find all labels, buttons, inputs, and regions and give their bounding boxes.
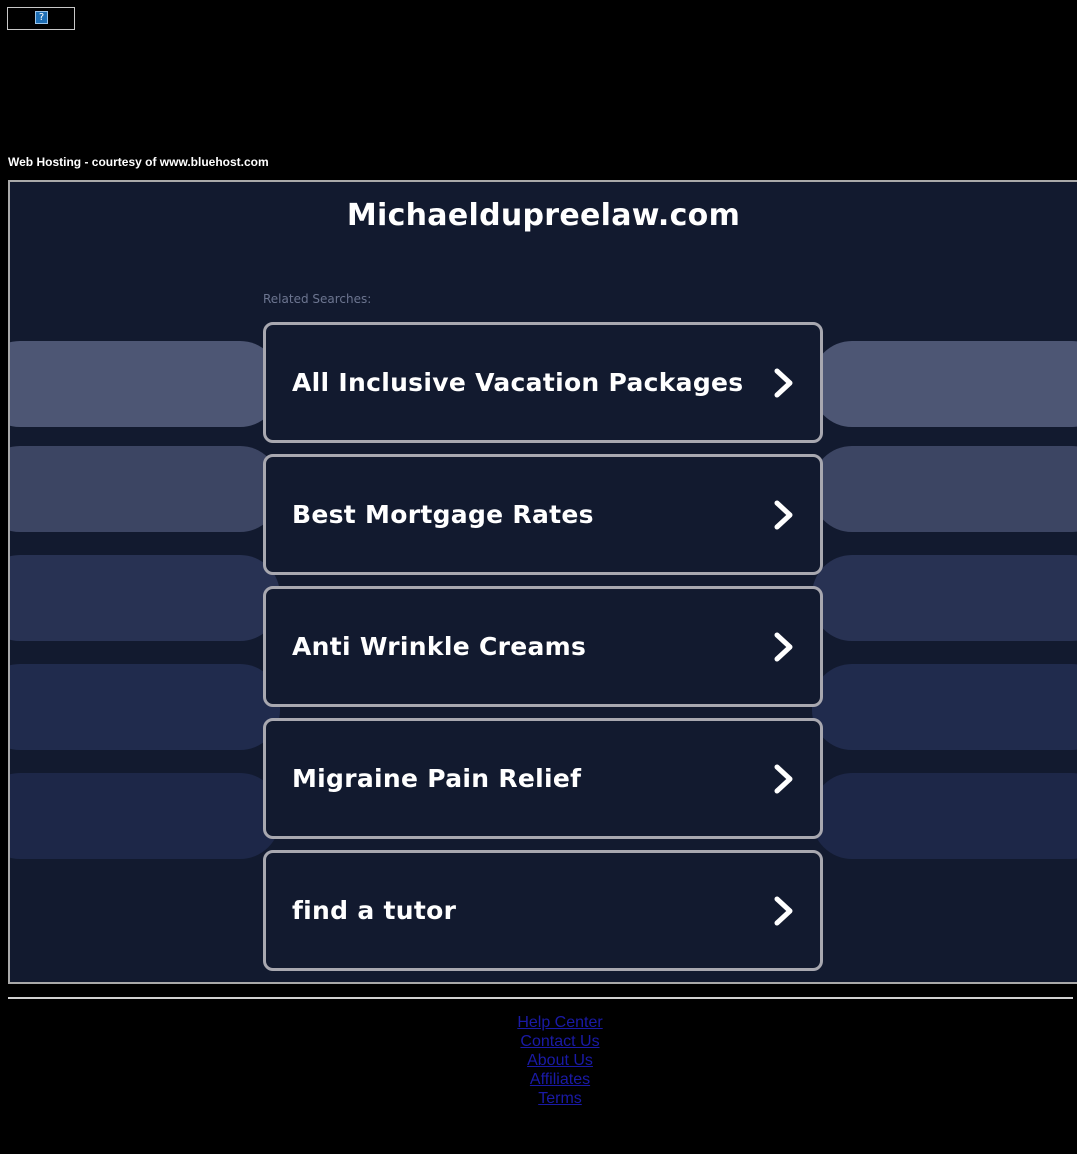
related-searches-label: Related Searches: xyxy=(263,292,372,306)
related-search-label: All Inclusive Vacation Packages xyxy=(292,368,744,397)
footer-link-contact-us[interactable]: Contact Us xyxy=(460,1032,660,1051)
footer-link-help-center[interactable]: Help Center xyxy=(460,1013,660,1032)
decorative-pill-right xyxy=(812,341,1077,427)
chevron-right-icon xyxy=(774,896,793,926)
hosting-note: Web Hosting - courtesy of www.bluehost.c… xyxy=(8,155,269,169)
chevron-right-icon xyxy=(774,632,793,662)
related-search-button[interactable]: Anti Wrinkle Creams xyxy=(263,586,823,707)
footer-links: Help Center Contact Us About Us Affiliat… xyxy=(460,1013,660,1108)
related-search-label: find a tutor xyxy=(292,896,457,925)
decorative-pill-left xyxy=(10,341,280,427)
related-search-label: Anti Wrinkle Creams xyxy=(292,632,587,661)
chevron-right-icon xyxy=(774,764,793,794)
decorative-pill-left xyxy=(10,555,280,641)
related-search-button[interactable]: Migraine Pain Relief xyxy=(263,718,823,839)
footer-link-affiliates[interactable]: Affiliates xyxy=(460,1070,660,1089)
chevron-right-icon xyxy=(774,368,793,398)
footer-divider xyxy=(8,997,1073,999)
decorative-pill-right xyxy=(812,664,1077,750)
related-search-label: Best Mortgage Rates xyxy=(292,500,594,529)
footer-link-terms[interactable]: Terms xyxy=(460,1089,660,1108)
decorative-pill-right xyxy=(812,446,1077,532)
chevron-right-icon xyxy=(774,500,793,530)
broken-image-icon: ? xyxy=(35,11,48,24)
decorative-pill-right xyxy=(812,773,1077,859)
footer-link-about-us[interactable]: About Us xyxy=(460,1051,660,1070)
related-search-button[interactable]: All Inclusive Vacation Packages xyxy=(263,322,823,443)
decorative-pill-left xyxy=(10,664,280,750)
related-search-label: Migraine Pain Relief xyxy=(292,764,582,793)
decorative-pill-right xyxy=(812,555,1077,641)
decorative-pill-left xyxy=(10,773,280,859)
related-search-button[interactable]: Best Mortgage Rates xyxy=(263,454,823,575)
related-search-button[interactable]: find a tutor xyxy=(263,850,823,971)
parked-domain-panel: Michaeldupreelaw.com Related Searches: A… xyxy=(8,180,1077,984)
page-title: Michaeldupreelaw.com xyxy=(346,198,741,233)
broken-image-placeholder: ? xyxy=(7,7,75,30)
decorative-pill-left xyxy=(10,446,280,532)
